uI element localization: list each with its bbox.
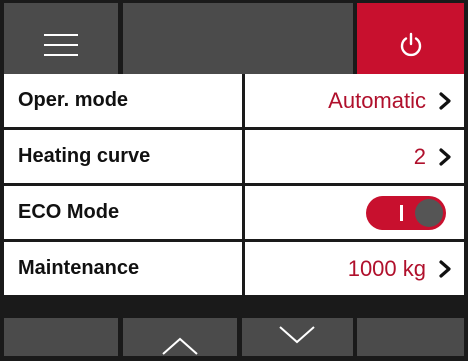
setting-row-eco-mode: ECO Mode bbox=[4, 186, 464, 239]
setting-row-oper-mode[interactable]: Oper. mode Automatic bbox=[4, 74, 464, 127]
footer-cell-right bbox=[357, 318, 464, 356]
chevron-up-icon bbox=[162, 337, 198, 355]
setting-row-maintenance[interactable]: Maintenance 1000 kg bbox=[4, 242, 464, 295]
bottom-bar bbox=[0, 318, 468, 356]
column-divider bbox=[242, 130, 245, 183]
setting-value: 2 bbox=[413, 143, 426, 169]
hamburger-menu-icon bbox=[44, 34, 78, 56]
column-divider bbox=[242, 186, 245, 239]
chevron-right-icon bbox=[439, 147, 451, 166]
setting-label: Oper. mode bbox=[18, 89, 129, 111]
column-divider bbox=[242, 74, 245, 127]
scroll-up-button[interactable] bbox=[123, 318, 237, 356]
eco-mode-toggle[interactable] bbox=[366, 195, 446, 230]
device-screen: Oper. mode Automatic Heating curve 2 ECO… bbox=[0, 0, 468, 356]
chevron-right-icon bbox=[439, 259, 451, 278]
footer-cell-left bbox=[4, 318, 118, 356]
power-icon bbox=[400, 32, 421, 57]
setting-row-heating-curve[interactable]: Heating curve 2 bbox=[4, 130, 464, 183]
chevron-right-icon bbox=[439, 91, 451, 110]
setting-label: Heating curve bbox=[18, 145, 151, 167]
setting-label: Maintenance bbox=[18, 257, 140, 279]
setting-value: 1000 kg bbox=[347, 255, 426, 281]
column-divider bbox=[242, 242, 245, 295]
scroll-down-button[interactable] bbox=[242, 318, 353, 356]
chevron-down-icon bbox=[279, 326, 315, 344]
setting-label: ECO Mode bbox=[18, 201, 120, 223]
setting-value: Automatic bbox=[328, 87, 426, 113]
toggle-knob bbox=[415, 198, 443, 227]
toggle-on-indicator bbox=[400, 204, 403, 221]
